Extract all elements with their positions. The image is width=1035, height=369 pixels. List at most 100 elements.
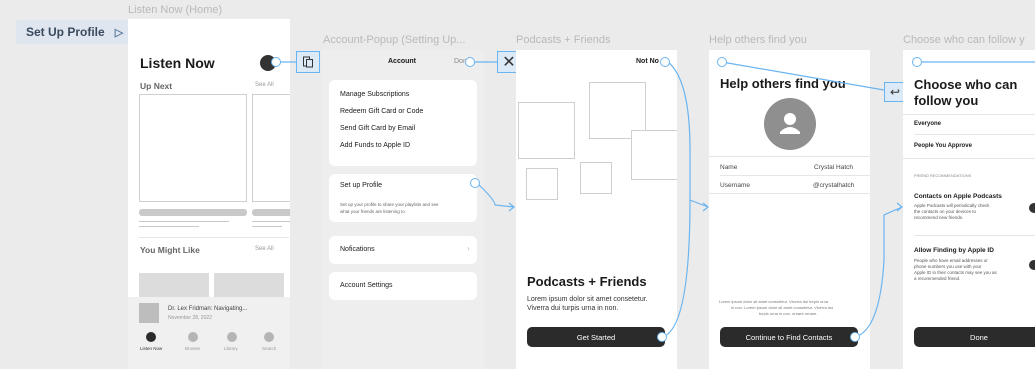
- arrowhead: [896, 202, 903, 212]
- account-title: Account: [388, 58, 416, 65]
- setup-profile-desc: what your friends are listening to: [340, 209, 405, 214]
- help-find-footnote: turpis urna in non. ornare ornare.: [759, 311, 818, 316]
- divider: [139, 237, 289, 238]
- apple-id-desc: People who have email addresses or: [914, 258, 988, 263]
- frame-label-choose-follow[interactable]: Choose who can follow y: [903, 34, 1025, 46]
- frame-label-listen-now[interactable]: Listen Now (Home): [128, 4, 222, 16]
- wire-node[interactable]: [660, 57, 670, 67]
- device-icon[interactable]: [296, 51, 320, 73]
- frame-label-podcasts-friends[interactable]: Podcasts + Friends: [516, 34, 610, 46]
- continue-find-contacts-button[interactable]: Continue to Find Contacts: [720, 327, 858, 347]
- play-triangle-icon: ▷: [114, 26, 124, 39]
- arrowhead: [508, 202, 515, 212]
- notifications-label: Nofications: [340, 246, 375, 253]
- library-tab-icon[interactable]: [227, 332, 237, 342]
- tab-label-search[interactable]: Search: [262, 346, 276, 351]
- contacts-toggle[interactable]: [1029, 203, 1035, 213]
- name-label: Name: [720, 164, 738, 171]
- tab-label-listen-now[interactable]: Listen Now: [140, 346, 162, 351]
- podcasts-friends-title: Podcasts + Friends: [527, 274, 647, 289]
- see-all-link[interactable]: See All: [255, 246, 274, 252]
- page-title: Listen Now: [140, 55, 215, 71]
- apple-id-title: Allow Finding by Apple ID: [914, 247, 994, 254]
- help-find-footnote: Lorem ipsum dolor sit amet consetetur. V…: [719, 299, 829, 304]
- not-now-button[interactable]: Not No: [636, 58, 659, 65]
- flow-title: Set Up Profile: [26, 25, 105, 39]
- account-settings-label: Account Settings: [340, 282, 393, 289]
- placeholder-bar: [252, 209, 290, 216]
- flow-start-label[interactable]: Set Up Profile ▷: [16, 20, 132, 44]
- placeholder-line: [252, 221, 290, 222]
- option-everyone[interactable]: Everyone: [914, 121, 941, 127]
- option-people-you-approve[interactable]: People You Approve: [914, 143, 972, 149]
- divider: [903, 158, 1035, 159]
- screen-listen-now: Listen Now Up Next See All You Might Lik…: [128, 19, 290, 369]
- contacts-desc: recommend new friends.: [914, 215, 964, 220]
- up-next-heading: Up Next: [140, 81, 173, 91]
- frame-label-account[interactable]: Account-Popup (Setting Up...: [323, 34, 465, 46]
- illustration-square: [631, 130, 677, 180]
- menu-item-add-funds[interactable]: Add Funds to Apple ID: [340, 142, 410, 149]
- see-all-link[interactable]: See All: [255, 82, 274, 88]
- choose-follow-title: Choose who can: [914, 77, 1018, 92]
- tab-label-browse[interactable]: Browse: [185, 346, 200, 351]
- divider: [709, 193, 870, 194]
- setup-profile-desc: Set up your profile to share your playli…: [340, 202, 439, 207]
- screen-choose-follow: Choose who can follow you Everyone Peopl…: [903, 50, 1035, 369]
- placeholder-bar: [139, 209, 247, 216]
- section-heading: FRIEND RECOMMENDATIONS: [914, 173, 972, 178]
- notifications-row[interactable]: Nofications ›: [329, 236, 477, 264]
- divider: [914, 134, 1035, 135]
- placeholder-line: [252, 226, 282, 227]
- menu-item-redeem[interactable]: Redeem Gift Card or Code: [340, 108, 423, 115]
- username-value[interactable]: @crystalhatch: [813, 182, 854, 189]
- screen-help-find: Help others find you Name Crystal Hatch …: [709, 50, 870, 369]
- you-might-like-heading: You Might Like: [140, 245, 200, 255]
- mini-player-title[interactable]: Dr. Lex Fridman: Navigating...: [168, 306, 247, 312]
- account-menu-card: Manage Subscriptions Redeem Gift Card or…: [329, 80, 477, 166]
- search-tab-icon[interactable]: [264, 332, 274, 342]
- podcasts-friends-body: Lorem ipsum dolor sit amet consetetur.: [527, 296, 648, 303]
- wire-node[interactable]: [470, 178, 480, 188]
- setup-profile-card[interactable]: Set up Profile Set up your profile to sh…: [329, 174, 477, 222]
- placeholder-line: [139, 221, 229, 222]
- episode-card[interactable]: [139, 94, 247, 202]
- contacts-desc: the contacts on your devices to: [914, 209, 977, 214]
- done-button[interactable]: Done: [914, 327, 1035, 347]
- mini-player-artwork[interactable]: [139, 303, 159, 323]
- get-started-button[interactable]: Get Started: [527, 327, 665, 347]
- account-settings-row[interactable]: Account Settings: [329, 272, 477, 300]
- tab-label-library[interactable]: Library: [224, 346, 238, 351]
- illustration-square: [526, 168, 558, 200]
- apple-id-toggle[interactable]: [1029, 260, 1035, 270]
- menu-item-send-gift[interactable]: Send Gift Card by Email: [340, 125, 415, 132]
- menu-item-manage-subscriptions[interactable]: Manage Subscriptions: [340, 91, 409, 98]
- wire-node[interactable]: [717, 57, 727, 67]
- arrowhead: [702, 202, 709, 212]
- choose-follow-title: follow you: [914, 93, 979, 108]
- divider: [720, 175, 870, 176]
- wire-node[interactable]: [271, 57, 281, 67]
- divider: [709, 156, 870, 157]
- wire-node[interactable]: [465, 57, 475, 67]
- apple-id-desc: phone numbers you use with your: [914, 264, 982, 269]
- illustration-square: [518, 102, 575, 159]
- divider: [914, 235, 1035, 236]
- illustration-square: [580, 162, 612, 194]
- help-find-footnote: in non. Lorem ipsum dolor sit amet conse…: [731, 305, 834, 310]
- episode-card[interactable]: [252, 94, 290, 202]
- screen-account-popup: Account Don Manage Subscriptions Redeem …: [322, 50, 484, 369]
- placeholder-line: [139, 226, 199, 227]
- apple-id-desc: a recommended friend.: [914, 276, 961, 281]
- username-label: Username: [720, 182, 750, 189]
- name-value[interactable]: Crystal Hatch: [814, 164, 853, 171]
- browse-tab-icon[interactable]: [188, 332, 198, 342]
- wire-node[interactable]: [657, 332, 667, 342]
- wire-node[interactable]: [912, 57, 922, 67]
- setup-profile-label[interactable]: Set up Profile: [340, 182, 382, 189]
- profile-placeholder-icon[interactable]: [764, 98, 816, 150]
- listen-now-tab-icon[interactable]: [146, 332, 156, 342]
- wire-node[interactable]: [850, 332, 860, 342]
- contacts-desc: Apple Podcasts will periodically check: [914, 203, 990, 208]
- frame-label-help-find[interactable]: Help others find you: [709, 34, 807, 46]
